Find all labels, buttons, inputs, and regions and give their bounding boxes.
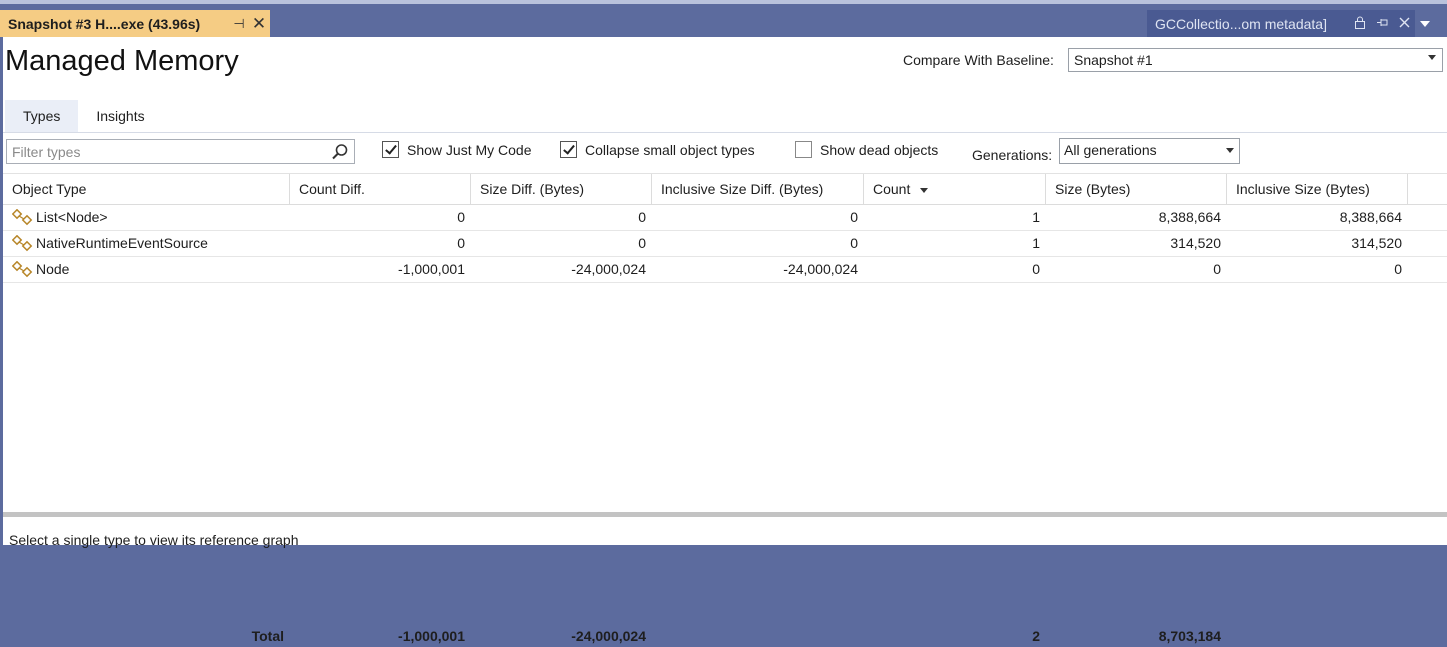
total-size-diff: -24,000,024: [571, 628, 646, 644]
column-header-size-diff[interactable]: Size Diff. (Bytes): [471, 174, 652, 205]
column-header-object-type[interactable]: Object Type: [3, 174, 290, 205]
show-dead-objects-checkbox[interactable]: Show dead objects: [795, 141, 938, 158]
collapse-small-label: Collapse small object types: [585, 141, 755, 158]
table-row[interactable]: Node -1,000,001 -24,000,024 -24,000,024 …: [3, 257, 1447, 283]
total-count: 2: [1032, 628, 1040, 644]
count-cell: 0: [1032, 261, 1040, 277]
divider: [3, 132, 1447, 133]
pane-splitter[interactable]: [3, 512, 1447, 517]
column-header-count-diff[interactable]: Count Diff.: [290, 174, 471, 205]
page-title: Managed Memory: [5, 45, 239, 77]
total-label: Total: [251, 628, 284, 644]
generations-select[interactable]: All generations: [1059, 138, 1240, 164]
grid-header: Object Type Count Diff. Size Diff. (Byte…: [3, 173, 1447, 205]
table-row[interactable]: NativeRuntimeEventSource 0 0 0 1 314,520…: [3, 231, 1447, 257]
close-icon[interactable]: [1393, 16, 1415, 31]
inclusive-size-cell: 314,520: [1351, 235, 1402, 251]
checkbox-checked-icon[interactable]: [560, 141, 577, 158]
view-tabs: Types Insights: [5, 100, 163, 132]
sort-descending-icon: [920, 187, 929, 193]
class-type-icon: [12, 234, 33, 251]
document-tab-gccollection[interactable]: GCCollectio...om metadata]: [1147, 10, 1415, 37]
tab-overflow-dropdown-icon[interactable]: [1416, 10, 1434, 37]
generations-value: All generations: [1064, 142, 1157, 158]
baseline-select[interactable]: Snapshot #1: [1068, 48, 1443, 72]
show-just-my-code-label: Show Just My Code: [407, 141, 532, 158]
search-icon[interactable]: [331, 143, 349, 161]
count-diff-cell: 0: [457, 209, 465, 225]
chevron-down-icon: [1428, 55, 1436, 60]
show-just-my-code-checkbox[interactable]: Show Just My Code: [382, 141, 532, 158]
column-header-size[interactable]: Size (Bytes): [1046, 174, 1227, 205]
baseline-label: Compare With Baseline:: [903, 52, 1054, 68]
object-type-name: NativeRuntimeEventSource: [36, 235, 208, 251]
table-row[interactable]: List<Node> 0 0 0 1 8,388,664 8,388,664: [3, 205, 1447, 231]
total-row: Total -1,000,001 -24,000,024 2 8,703,184: [3, 625, 1447, 647]
filter-types-input[interactable]: Filter types: [6, 139, 355, 164]
collapse-small-object-types-checkbox[interactable]: Collapse small object types: [560, 141, 755, 158]
count-diff-cell: 0: [457, 235, 465, 251]
count-cell: 1: [1032, 235, 1040, 251]
total-count-diff: -1,000,001: [398, 628, 465, 644]
generations-label: Generations:: [972, 147, 1053, 163]
filter-placeholder: Filter types: [12, 144, 81, 160]
object-type-name: Node: [36, 261, 70, 277]
tab-types[interactable]: Types: [5, 100, 79, 132]
inclusive-size-cell: 8,388,664: [1339, 209, 1402, 225]
reference-graph-hint: Select a single type to view its referen…: [9, 532, 299, 548]
size-cell: 0: [1213, 261, 1221, 277]
checkbox-checked-icon[interactable]: [382, 141, 399, 158]
managed-memory-panel: Managed Memory Compare With Baseline: Sn…: [3, 37, 1447, 644]
count-diff-cell: -1,000,001: [398, 261, 465, 277]
column-header-inclusive-size[interactable]: Inclusive Size (Bytes): [1227, 174, 1408, 205]
object-type-name: List<Node>: [36, 209, 108, 225]
class-type-icon: [12, 208, 33, 225]
class-type-icon: [12, 260, 33, 277]
size-cell: 314,520: [1170, 235, 1221, 251]
document-tab-snapshot3[interactable]: Snapshot #3 H....exe (43.96s) ⊣ ✕: [0, 10, 270, 37]
size-diff-cell: 0: [638, 209, 646, 225]
right-tab-title: GCCollectio...om metadata]: [1155, 15, 1327, 32]
size-diff-cell: 0: [638, 235, 646, 251]
total-size: 8,703,184: [1158, 628, 1221, 644]
baseline-value: Snapshot #1: [1074, 52, 1153, 68]
show-dead-label: Show dead objects: [820, 141, 939, 158]
document-tab-title: Snapshot #3 H....exe (43.96s): [8, 15, 201, 32]
inclusive-size-cell: 0: [1394, 261, 1402, 277]
chevron-down-icon: [1226, 148, 1234, 153]
close-icon[interactable]: ✕: [248, 14, 270, 34]
inclusive-size-diff-cell: -24,000,024: [783, 261, 858, 277]
checkbox-unchecked-icon[interactable]: [795, 141, 812, 158]
inclusive-size-diff-cell: 0: [850, 235, 858, 251]
count-cell: 1: [1032, 209, 1040, 225]
lock-icon: [1349, 16, 1371, 32]
column-header-count[interactable]: Count: [864, 174, 1046, 205]
size-diff-cell: -24,000,024: [571, 261, 646, 277]
size-cell: 8,388,664: [1158, 209, 1221, 225]
pin-icon[interactable]: [1371, 16, 1393, 31]
inclusive-size-diff-cell: 0: [850, 209, 858, 225]
tab-insights[interactable]: Insights: [78, 100, 162, 132]
column-header-inclusive-size-diff[interactable]: Inclusive Size Diff. (Bytes): [652, 174, 864, 205]
column-header-count-label: Count: [873, 181, 911, 197]
pin-icon[interactable]: ⊣: [230, 16, 248, 32]
